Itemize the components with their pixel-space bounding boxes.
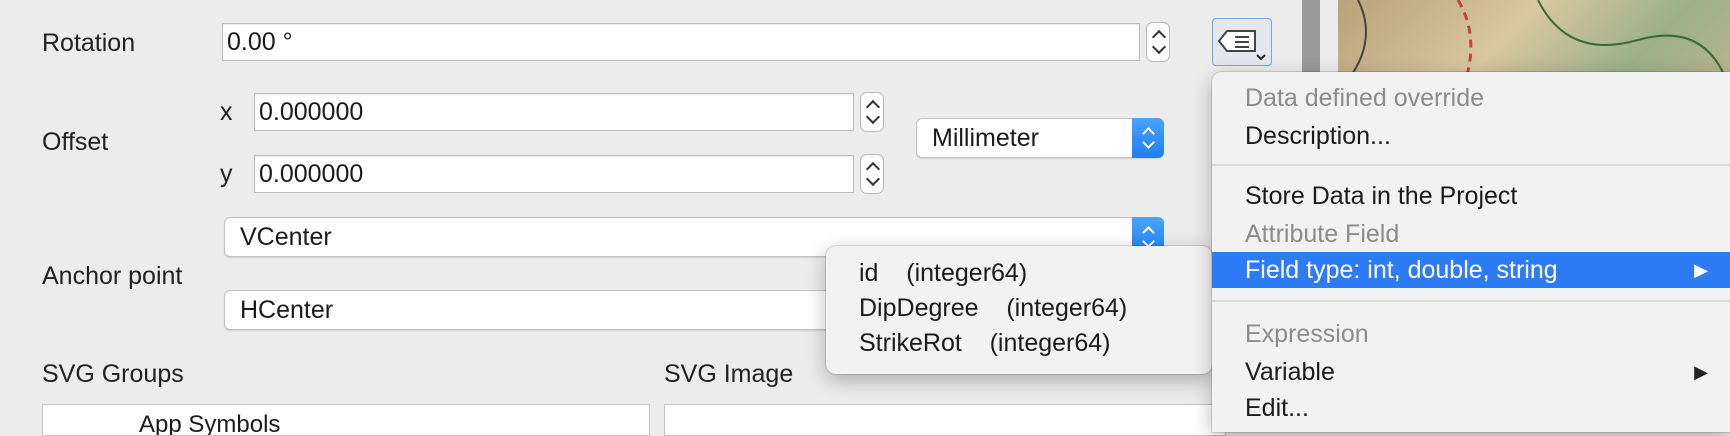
- rotation-stepper[interactable]: [1146, 22, 1170, 62]
- field-submenu: id (integer64) DipDegree (integer64) Str…: [826, 246, 1212, 374]
- offset-y-label: y: [220, 160, 233, 188]
- data-defined-context-menu: Data defined override Description... Sto…: [1212, 72, 1730, 432]
- svg-image-list[interactable]: [664, 404, 1226, 436]
- svg-groups-label: SVG Groups: [42, 360, 184, 388]
- submenu-arrow-icon: ▶: [1694, 362, 1708, 382]
- offset-label: Offset: [42, 128, 109, 156]
- menu-item-variable[interactable]: Variable ▶: [1212, 354, 1730, 390]
- field-type-label: Field type: int, double, string: [1245, 256, 1558, 284]
- menu-header-attribute-field: Attribute Field: [1245, 220, 1400, 248]
- menu-item-edit[interactable]: Edit...: [1212, 390, 1730, 426]
- offset-y-stepper[interactable]: [860, 154, 884, 194]
- offset-y-input[interactable]: 0.000000: [254, 155, 854, 193]
- rotation-label: Rotation: [42, 29, 136, 57]
- anchor-horizontal-value: HCenter: [240, 296, 334, 324]
- select-arrows-icon: [1132, 118, 1164, 158]
- anchor-point-label: Anchor point: [42, 262, 183, 290]
- menu-header-expression: Expression: [1245, 320, 1369, 348]
- submenu-arrow-icon: ▶: [1694, 260, 1708, 280]
- menu-item-store-data[interactable]: Store Data in the Project: [1212, 178, 1730, 214]
- anchor-vertical-value: VCenter: [240, 223, 332, 251]
- data-defined-override-button[interactable]: [1212, 18, 1272, 66]
- offset-unit-value: Millimeter: [932, 124, 1039, 152]
- offset-x-input[interactable]: 0.000000: [254, 93, 854, 131]
- menu-item-description[interactable]: Description...: [1212, 118, 1730, 154]
- svg-image-label: SVG Image: [664, 360, 794, 388]
- menu-separator: [1212, 164, 1730, 166]
- data-defined-icon: [1217, 30, 1266, 61]
- tree-item-label: App Symbols: [139, 411, 281, 436]
- offset-unit-select[interactable]: Millimeter: [916, 118, 1164, 158]
- menu-header-data-defined: Data defined override: [1245, 84, 1485, 112]
- submenu-item-id[interactable]: id (integer64): [826, 256, 1212, 291]
- submenu-item-dipdegree[interactable]: DipDegree (integer64): [826, 291, 1212, 326]
- rotation-input[interactable]: 0.00 °: [222, 23, 1140, 61]
- offset-x-stepper[interactable]: [860, 92, 884, 132]
- offset-x-label: x: [220, 98, 233, 126]
- menu-separator: [1212, 300, 1730, 302]
- variable-label: Variable: [1245, 358, 1335, 386]
- menu-item-field-type[interactable]: Field type: int, double, string ▶: [1212, 252, 1730, 288]
- svg-groups-tree[interactable]: App Symbols: [42, 404, 650, 436]
- submenu-item-strikerot[interactable]: StrikeRot (integer64): [826, 326, 1212, 361]
